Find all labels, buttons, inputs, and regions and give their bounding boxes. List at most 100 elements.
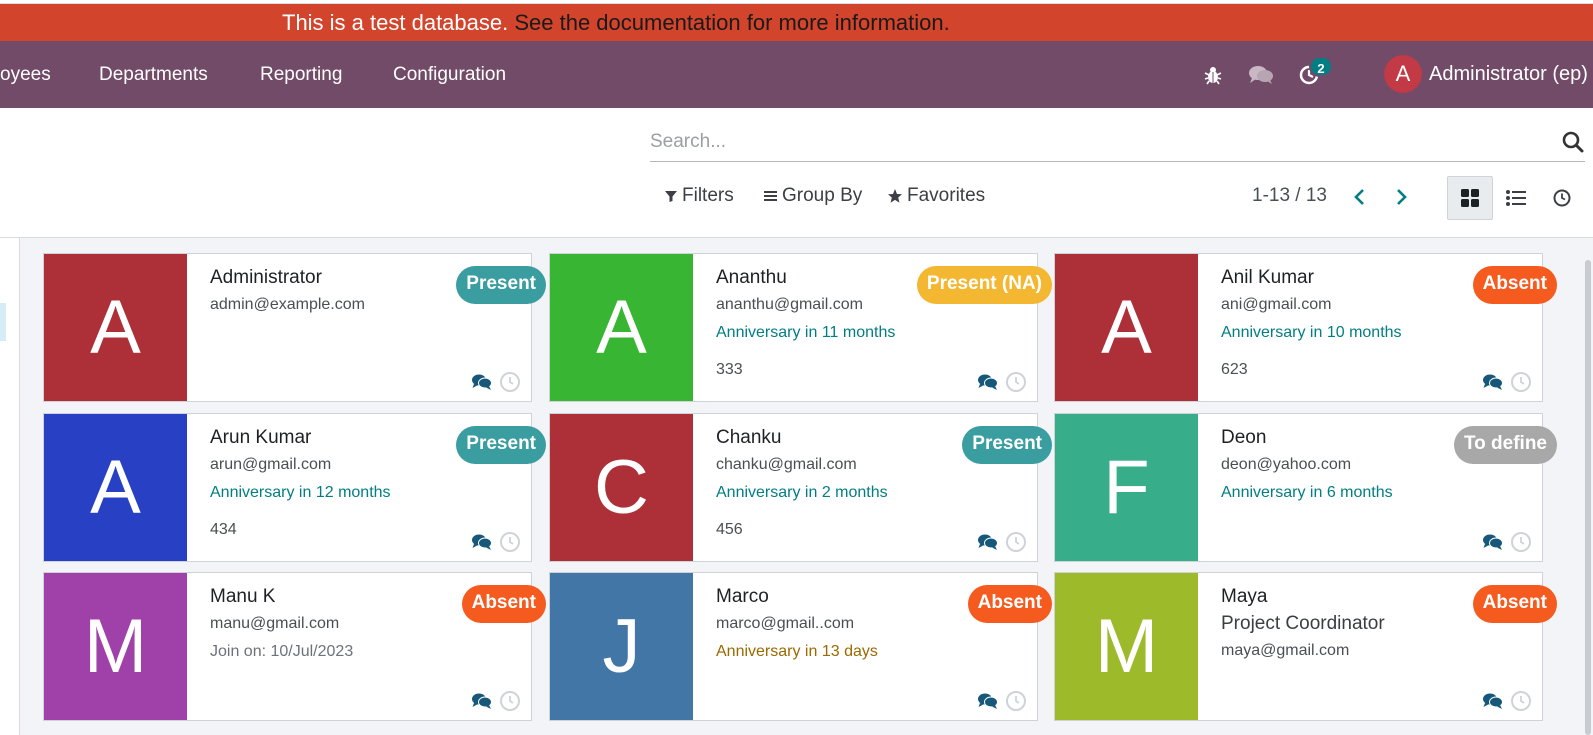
activity-view-button[interactable] [1539, 176, 1585, 220]
employee-card[interactable]: A Ananthu ananthu@gmail.com Anniversary in … [549, 253, 1052, 402]
employee-note: Anniversary in 11 months [716, 324, 896, 341]
group-by-bars-icon [764, 191, 777, 201]
card-footer-icons [977, 690, 1027, 712]
chat-icon[interactable] [1482, 692, 1504, 710]
employee-card[interactable]: C Chanku chanku@gmail.com Anniversary in 2 … [549, 413, 1052, 562]
presence-status-badge: Absent [1472, 585, 1557, 623]
employee-card[interactable]: A Arun Kumar arun@gmail.com Anniversary in … [43, 413, 546, 562]
kanban-grid-icon [1461, 189, 1479, 207]
group-by-button[interactable]: Group By [763, 178, 862, 214]
chat-icon[interactable] [471, 692, 493, 710]
card-footer-icons [977, 531, 1027, 553]
activity-clock-icon[interactable] [1510, 371, 1532, 393]
chat-icon[interactable] [977, 533, 999, 551]
employee-note: Anniversary in 6 months [1221, 484, 1393, 501]
employee-avatar: M [1055, 573, 1198, 720]
control-panel: Filters Group By Favorites 1-13 / 13 [0, 108, 1593, 238]
chat-icon[interactable] [471, 373, 493, 391]
employee-name: Chanku [716, 427, 782, 448]
user-menu-name[interactable]: Administrator (ep) [1429, 41, 1588, 108]
filters-button[interactable]: Filters [664, 178, 734, 214]
employee-name: Manu K [210, 586, 276, 607]
employee-note: Join on: 10/Jul/2023 [210, 643, 354, 660]
kanban-view-button[interactable] [1447, 176, 1493, 220]
chat-icon[interactable] [1482, 533, 1504, 551]
employee-email: chanku@gmail.com [716, 456, 857, 473]
scrollbar-thumb[interactable] [1585, 260, 1591, 735]
employee-email: ananthu@gmail.com [716, 296, 863, 313]
employee-card[interactable]: J Marco marco@gmail..com Anniversary in 13 … [549, 572, 1052, 721]
group-by-label: Group By [782, 185, 863, 206]
test-database-banner: This is a test database. See the documen… [0, 4, 1593, 41]
side-panel-selected-item[interactable] [0, 303, 6, 341]
activity-clock-icon[interactable] [1510, 531, 1532, 553]
card-footer-icons [471, 690, 521, 712]
list-view-button[interactable] [1493, 176, 1539, 220]
activity-clock-icon[interactable] [499, 531, 521, 553]
search-input[interactable] [650, 124, 1530, 160]
menu-employees[interactable]: oyees [0, 41, 51, 108]
employee-avatar: A [44, 414, 187, 561]
employee-avatar: J [550, 573, 693, 720]
menu-configuration[interactable]: Configuration [393, 41, 506, 108]
presence-status-badge: Present [456, 266, 546, 304]
employee-card[interactable]: M Maya Project Coordinator maya@gmail.com Ab… [1054, 572, 1557, 721]
employee-name: Ananthu [716, 267, 787, 288]
employee-avatar: A [44, 254, 187, 401]
employee-email: marco@gmail..com [716, 615, 855, 632]
user-avatar[interactable]: A [1384, 55, 1422, 93]
list-icon [1506, 190, 1526, 206]
employee-name: Deon [1221, 427, 1267, 448]
employee-name: Administrator [210, 267, 322, 288]
employee-avatar: A [550, 254, 693, 401]
documentation-link[interactable]: See the documentation for more informati… [514, 10, 949, 35]
activity-clock-icon[interactable] [499, 371, 521, 393]
card-footer-icons [1482, 531, 1532, 553]
employee-card[interactable]: A Anil Kumar ani@gmail.com Anniversary in 1… [1054, 253, 1557, 402]
chat-icon[interactable] [1482, 373, 1504, 391]
pager-value[interactable]: 1-13 / 13 [1252, 178, 1327, 214]
pager-next-icon[interactable] [1390, 186, 1412, 208]
employee-code: 333 [716, 361, 743, 378]
employee-name: Arun Kumar [210, 427, 312, 448]
employee-note: Anniversary in 12 months [210, 484, 391, 501]
search-box [650, 124, 1585, 162]
activity-clock-icon[interactable] [1005, 531, 1027, 553]
filter-funnel-icon [665, 191, 677, 202]
filters-label: Filters [682, 185, 734, 206]
chat-icon[interactable] [471, 533, 493, 551]
search-icon[interactable] [1561, 130, 1585, 154]
chat-icon[interactable] [977, 692, 999, 710]
employee-email: arun@gmail.com [210, 456, 332, 473]
employee-email: deon@yahoo.com [1221, 456, 1352, 473]
top-navbar: oyees Departments Reporting Configuratio… [0, 41, 1593, 108]
messages-chat-icon[interactable] [1248, 63, 1273, 87]
employee-code: 623 [1221, 361, 1248, 378]
favorites-button[interactable]: Favorites [887, 178, 985, 214]
activity-clock-icon[interactable] [1005, 371, 1027, 393]
employee-card[interactable]: F Deon deon@yahoo.com Anniversary in 6 mont… [1054, 413, 1557, 562]
debug-bug-icon[interactable] [1201, 63, 1225, 87]
activity-clock-icon[interactable] [1510, 690, 1532, 712]
activity-clock-icon[interactable] [499, 690, 521, 712]
activity-clock-icon[interactable] [1005, 690, 1027, 712]
card-footer-icons [471, 531, 521, 553]
menu-departments[interactable]: Departments [99, 41, 208, 108]
presence-status-badge: Present [962, 426, 1052, 464]
employee-card[interactable]: A Administrator admin@example.com Present [43, 253, 546, 402]
menu-reporting[interactable]: Reporting [260, 41, 342, 108]
employee-name: Maya [1221, 586, 1268, 607]
presence-status-badge: Absent [1472, 266, 1557, 304]
activity-count-badge: 2 [1309, 56, 1333, 77]
pager-previous-icon[interactable] [1349, 186, 1371, 208]
presence-status-badge: Absent [967, 585, 1052, 623]
chat-icon[interactable] [977, 373, 999, 391]
employee-note: Anniversary in 10 months [1221, 324, 1402, 341]
employee-card[interactable]: M Manu K manu@gmail.com Join on: 10/Jul/202… [43, 572, 546, 721]
employee-name: Marco [716, 586, 769, 607]
employee-email: admin@example.com [210, 296, 365, 313]
presence-status-badge: To define [1453, 426, 1557, 464]
star-icon [888, 189, 902, 203]
card-footer-icons [1482, 371, 1532, 393]
presence-status-badge: Present (NA) [916, 266, 1052, 304]
